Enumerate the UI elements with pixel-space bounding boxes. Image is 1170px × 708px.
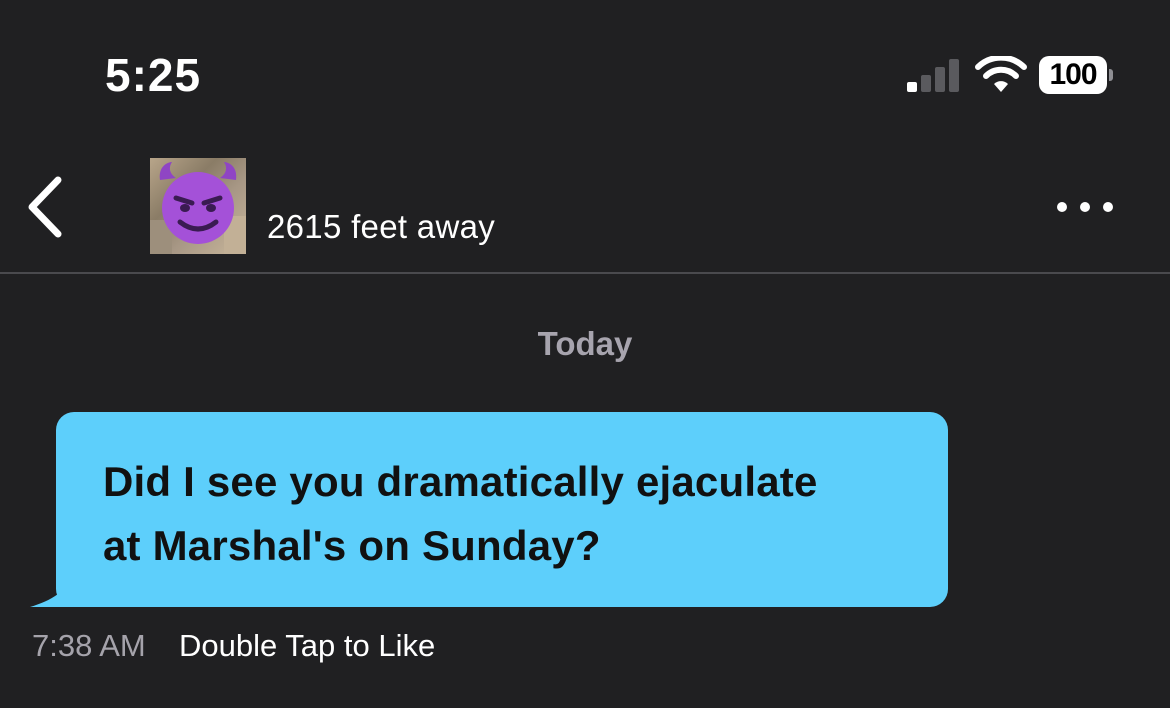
- battery-cap: [1109, 69, 1113, 81]
- double-tap-like-hint: Double Tap to Like: [179, 628, 436, 663]
- distance-label: 2615 feet away: [267, 208, 496, 245]
- header-divider: [0, 272, 1170, 274]
- profile-avatar[interactable]: [150, 158, 246, 254]
- date-separator: Today: [537, 325, 633, 362]
- chat-screen: 5:25 100 2615 feet away Today Did I see …: [0, 0, 1170, 708]
- battery-icon: 100: [1039, 56, 1113, 94]
- message-text-line-2: at Marshal's on Sunday?: [103, 522, 601, 569]
- message-bubble[interactable]: Did I see you dramatically ejaculate at …: [56, 412, 948, 607]
- cellular-signal-icon: [907, 59, 959, 92]
- ellipsis-icon: [1057, 202, 1113, 212]
- message-text-line-1: Did I see you dramatically ejaculate: [103, 458, 818, 505]
- battery-level: 100: [1039, 56, 1107, 94]
- smiling-face-with-horns-icon: [150, 162, 246, 254]
- back-button[interactable]: [20, 172, 70, 242]
- message-timestamp: 7:38 AM: [32, 628, 146, 663]
- more-options-button[interactable]: [1052, 190, 1118, 224]
- wifi-icon: [975, 56, 1027, 92]
- status-bar-time: 5:25: [105, 49, 202, 101]
- chevron-left-icon: [28, 176, 62, 238]
